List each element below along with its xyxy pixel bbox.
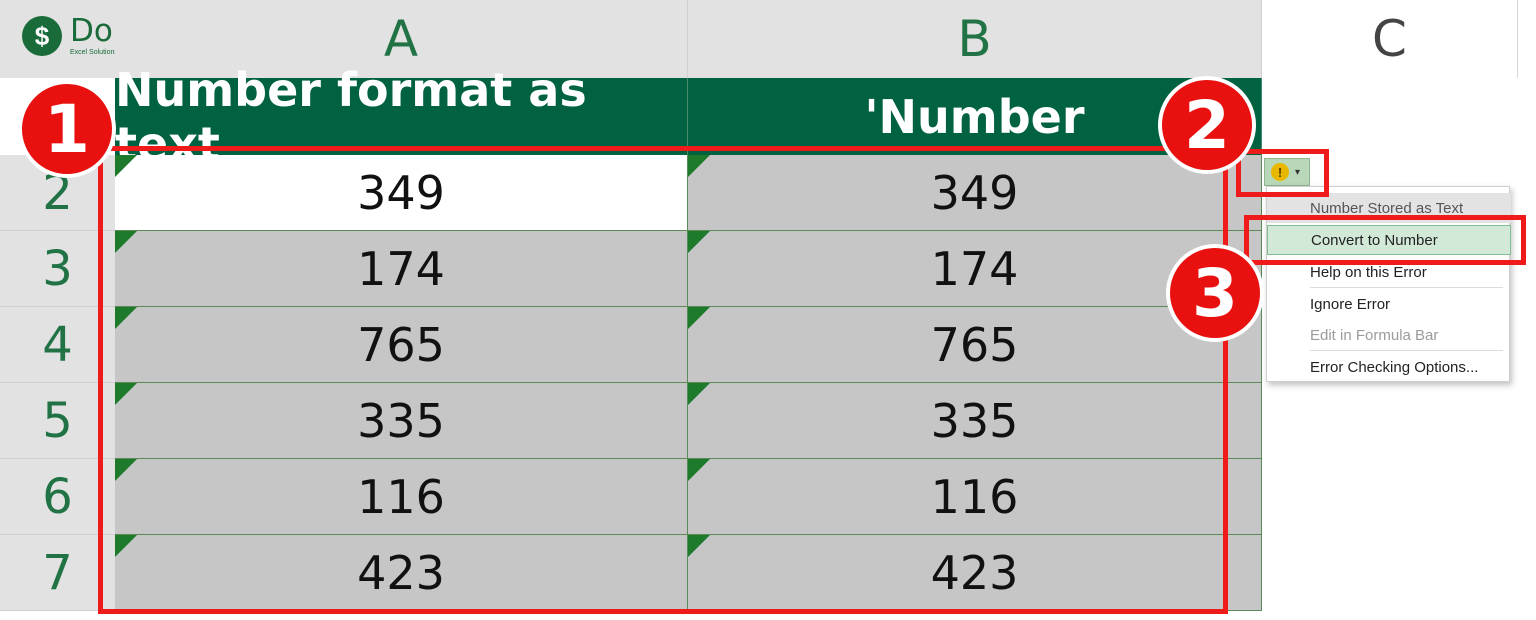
step-badge-2: 2: [1158, 76, 1256, 174]
header-cell-a[interactable]: Number format as text: [115, 63, 688, 171]
column-header-b[interactable]: B: [688, 0, 1262, 78]
menu-item-edit-in-formula-bar: Edit in Formula Bar: [1310, 326, 1439, 344]
menu-item-ignore-error[interactable]: Ignore Error: [1267, 289, 1511, 319]
annotation-box-smart-tag: [1236, 149, 1329, 197]
column-header-c[interactable]: C: [1262, 0, 1518, 78]
menu-divider: [1310, 287, 1503, 288]
step-badge-3: 3: [1166, 244, 1264, 342]
menu-divider: [1310, 350, 1503, 351]
step-badge-1: 1: [18, 80, 116, 178]
annotation-box-selection: [98, 146, 1228, 614]
annotation-box-convert: [1244, 215, 1526, 265]
dollar-icon: $: [22, 16, 62, 56]
menu-item-error-checking-options[interactable]: Error Checking Options...: [1267, 352, 1511, 382]
